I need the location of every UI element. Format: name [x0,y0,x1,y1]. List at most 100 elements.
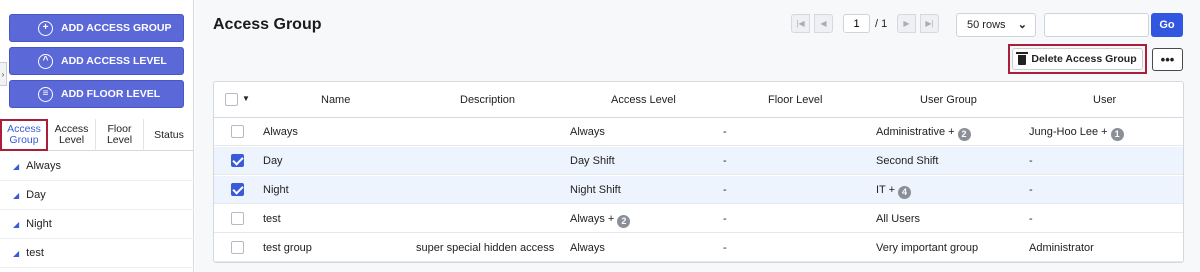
prev-page-button[interactable]: ◀ [814,14,833,33]
add-access-group-button[interactable]: + ADD ACCESS GROUP [9,14,184,42]
delete-label: Delete Access Group [1031,53,1137,65]
triangle-icon: ◢ [13,219,20,229]
cell-floor-level: - [723,155,727,167]
cell-user: - [1029,155,1033,167]
access-level-text: Always + [570,213,615,225]
rows-per-page-select[interactable]: 50 rows ⌄ [956,13,1036,37]
row-checkbox[interactable] [231,183,244,196]
cell-access-level: Always +2 [570,213,631,228]
column-header-user[interactable]: User [1093,94,1116,106]
cell-access-level: Always [570,126,605,138]
table-row[interactable]: Day Day Shift - Second Shift - [214,147,1183,175]
sidebar-item-always[interactable]: ◢ Always [0,152,194,181]
first-page-button[interactable]: |◀ [791,14,810,33]
cell-floor-level: - [723,242,727,254]
table-row[interactable]: Always Always - Administrative +2 Jung-H… [214,118,1183,146]
triangle-icon: ◢ [13,248,20,258]
cell-name: Night [263,184,289,196]
row-checkbox[interactable] [231,212,244,225]
add-floor-level-label: ADD FLOOR LEVEL [61,88,161,100]
cell-user-group: Administrative +2 [876,126,971,141]
more-options-button[interactable]: ••• [1152,48,1183,71]
sidebar: + ADD ACCESS GROUP ^ ADD ACCESS LEVEL ≡ … [0,0,194,272]
cell-floor-level: - [723,184,727,196]
sidebar-tabs: Access Group Access Level Floor Level St… [0,119,194,151]
search-input[interactable] [1044,13,1149,37]
column-header-description[interactable]: Description [460,94,515,106]
count-badge[interactable]: 1 [1110,128,1124,141]
sidebar-item-label: Always [26,160,61,172]
column-header-floor-level[interactable]: Floor Level [768,94,822,106]
user-group-text: IT + [876,184,896,196]
row-checkbox[interactable] [231,125,244,138]
table-row[interactable]: test group super special hidden access A… [214,234,1183,262]
triangle-icon: ◢ [13,190,20,200]
caret-down-icon[interactable]: ▼ [242,94,250,103]
column-header-access-level[interactable]: Access Level [611,94,676,106]
tab-floor-level[interactable]: Floor Level [96,119,144,151]
cell-floor-level: - [723,126,727,138]
add-access-group-label: ADD ACCESS GROUP [61,22,172,34]
column-header-name[interactable]: Name [321,94,350,106]
go-button[interactable]: Go [1151,13,1183,37]
cell-description: super special hidden access [416,242,555,254]
chevron-right-icon: › [1,69,5,79]
count-badge[interactable]: 4 [898,186,912,199]
chevron-down-icon: ⌄ [1017,19,1027,31]
last-page-icon: ▶| [925,19,934,28]
rows-per-page-value: 50 rows [967,19,1006,31]
tab-access-group[interactable]: Access Group [0,119,48,151]
table-row[interactable]: test Always +2 - All Users - [214,205,1183,233]
cell-user-group: All Users [876,213,921,225]
sidebar-item-test[interactable]: ◢ test [0,239,194,268]
sidebar-collapse-handle[interactable]: › [0,62,7,86]
cell-user-group: Second Shift [876,155,939,167]
sidebar-item-night[interactable]: ◢ Night [0,210,194,239]
add-access-level-button[interactable]: ^ ADD ACCESS LEVEL [9,47,184,75]
column-header-user-group[interactable]: User Group [920,94,977,106]
page-title: Access Group [213,16,322,33]
prev-page-icon: ◀ [820,19,827,28]
cell-user: Administrator [1029,242,1094,254]
cell-user-group: Very important group [876,242,979,254]
row-checkbox[interactable] [231,154,244,167]
user-group-text: Administrative + [876,126,955,138]
next-page-icon: ▶ [903,19,910,28]
access-group-table: ▼ Name Description Access Level Floor Le… [213,81,1184,263]
trash-icon [1016,52,1029,65]
sidebar-item-label: Night [26,218,52,230]
cell-name: test group [263,242,312,254]
select-all-checkbox[interactable] [225,93,238,106]
delete-access-group-button[interactable]: Delete Access Group [1012,48,1143,70]
sidebar-item-day[interactable]: ◢ Day [0,181,194,210]
next-page-button[interactable]: ▶ [897,14,916,33]
cell-user: - [1029,213,1033,225]
add-floor-level-button[interactable]: ≡ ADD FLOOR LEVEL [9,80,184,108]
row-checkbox[interactable] [231,241,244,254]
add-access-level-label: ADD ACCESS LEVEL [61,55,167,67]
cell-name: Day [263,155,283,167]
main-panel: Access Group |◀ ◀ / 1 ▶ ▶| 50 rows ⌄ Go … [195,0,1200,272]
cell-user: - [1029,184,1033,196]
page-number-input[interactable] [843,14,870,33]
first-page-icon: |◀ [796,19,805,28]
sidebar-item-label: test [26,247,44,259]
delete-highlight: Delete Access Group [1008,44,1147,74]
last-page-button[interactable]: ▶| [920,14,939,33]
cell-name: Always [263,126,298,138]
cell-floor-level: - [723,213,727,225]
table-row[interactable]: Night Night Shift - IT +4 - [214,176,1183,204]
cell-user-group: IT +4 [876,184,912,199]
cell-access-level: Day Shift [570,155,615,167]
chevron-up-circle-icon: ^ [38,53,53,69]
count-badge[interactable]: 2 [617,215,631,228]
page-total: / 1 [875,18,888,30]
table-header: ▼ Name Description Access Level Floor Le… [214,82,1183,118]
triangle-icon: ◢ [13,161,20,171]
layers-circle-icon: ≡ [38,86,53,102]
count-badge[interactable]: 2 [957,128,971,141]
tab-status[interactable]: Status [144,119,194,151]
plus-circle-icon: + [38,20,53,36]
tab-access-level[interactable]: Access Level [48,119,96,151]
cell-user: Jung-Hoo Lee +1 [1029,126,1124,141]
